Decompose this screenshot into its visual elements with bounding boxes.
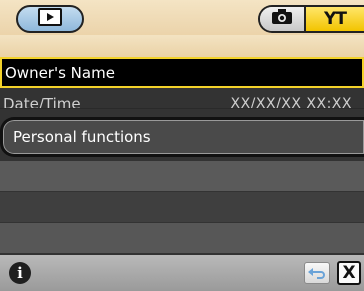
close-button[interactable]: X [337,261,361,285]
menu-item-empty [0,223,364,253]
back-button[interactable] [304,262,330,284]
row-divider [0,108,364,109]
setup-wrench-icon: YT [324,9,347,29]
shooting-mode-button[interactable] [260,7,306,31]
info-button[interactable]: i [9,262,31,284]
menu-item-label: Date/Time [3,95,81,108]
setup-mode-button[interactable]: YT [306,7,364,31]
back-arrow-icon [308,264,326,283]
play-icon [38,8,62,30]
camera-icon [271,9,293,29]
mode-toggle-group: YT [258,5,364,33]
bottom-toolbar: i X [0,255,364,291]
menu-item-owners-name[interactable]: Owner's Name [0,57,364,88]
camera-setup-screen: YT Owner's Name Date/Time XX/XX/XX XX:XX… [0,0,364,291]
menu-item-label: Personal functions [13,128,151,146]
close-icon: X [342,263,356,283]
info-icon: i [17,264,23,282]
menu-item-empty [0,161,364,191]
playback-mode-button[interactable] [16,5,84,33]
menu-item-personal-functions[interactable]: Personal functions [0,117,364,157]
menu-item-label: Owner's Name [5,63,115,82]
tab-bar-bottom-band [0,35,364,57]
menu-item-date-time[interactable]: Date/Time XX/XX/XX XX:XX [0,88,364,108]
menu-item-empty [0,192,364,222]
date-time-value: XX/XX/XX XX:XX [230,96,352,108]
